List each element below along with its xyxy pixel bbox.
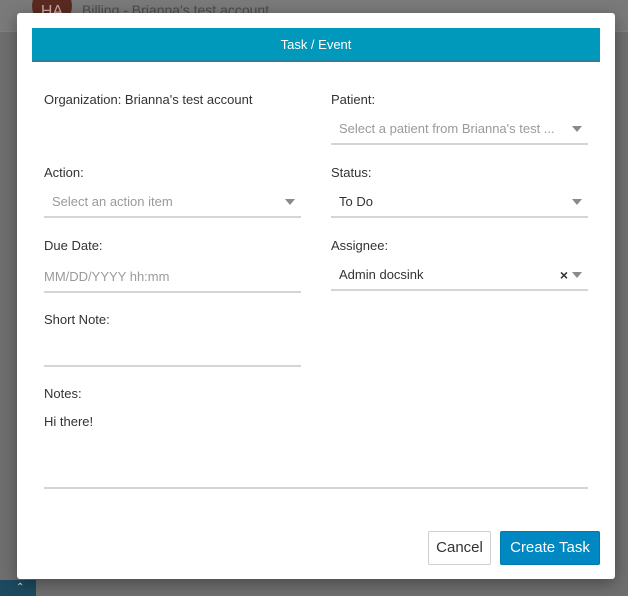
action-placeholder: Select an action item	[52, 194, 173, 209]
short-note-input[interactable]	[44, 335, 301, 367]
status-value: To Do	[339, 194, 373, 209]
task-event-modal: Task / Event Organization: Brianna's tes…	[17, 13, 615, 579]
chevron-down-icon[interactable]	[285, 199, 295, 205]
background-bottom-bar: ⌃	[0, 580, 36, 596]
patient-select[interactable]: Select a patient from Brianna's test ...	[331, 113, 588, 145]
due-date-field: Due Date: MM/DD/YYYY hh:mm	[44, 237, 301, 295]
due-date-placeholder: MM/DD/YYYY hh:mm	[44, 269, 170, 284]
notes-label: Notes:	[44, 386, 82, 401]
chevron-down-icon[interactable]	[572, 272, 582, 278]
short-note-field: Short Note:	[44, 311, 301, 369]
notes-textarea[interactable]: Hi there!	[44, 413, 588, 489]
organization-text: Organization: Brianna's test account	[44, 92, 253, 107]
patient-label: Patient:	[331, 92, 376, 107]
chevron-down-icon[interactable]	[572, 199, 582, 205]
action-field: Action: Select an action item	[44, 164, 301, 220]
cancel-button[interactable]: Cancel	[428, 531, 491, 565]
assignee-select[interactable]: Admin docsink ×	[331, 259, 588, 291]
notes-value: Hi there!	[44, 414, 94, 429]
patient-field: Patient: Select a patient from Brianna's…	[331, 91, 588, 147]
assignee-field: Assignee: Admin docsink ×	[331, 237, 588, 295]
due-date-label: Due Date:	[44, 238, 103, 253]
status-label: Status:	[331, 165, 372, 180]
create-task-button[interactable]: Create Task	[500, 531, 600, 565]
action-label: Action:	[44, 165, 84, 180]
short-note-label: Short Note:	[44, 312, 110, 327]
due-date-input[interactable]: MM/DD/YYYY hh:mm	[44, 261, 301, 293]
modal-title: Task / Event	[32, 28, 600, 62]
chevron-down-icon[interactable]	[572, 126, 582, 132]
chevron-icon: ⌃	[16, 582, 25, 593]
action-select[interactable]: Select an action item	[44, 186, 301, 218]
assignee-label: Assignee:	[331, 238, 389, 253]
notes-field: Notes:	[44, 385, 588, 403]
assignee-value: Admin docsink	[339, 267, 424, 282]
status-field: Status: To Do	[331, 164, 588, 220]
patient-placeholder: Select a patient from Brianna's test ...	[339, 121, 555, 136]
clear-icon[interactable]: ×	[560, 259, 568, 289]
status-select[interactable]: To Do	[331, 186, 588, 218]
organization-info: Organization: Brianna's test account	[44, 91, 314, 109]
